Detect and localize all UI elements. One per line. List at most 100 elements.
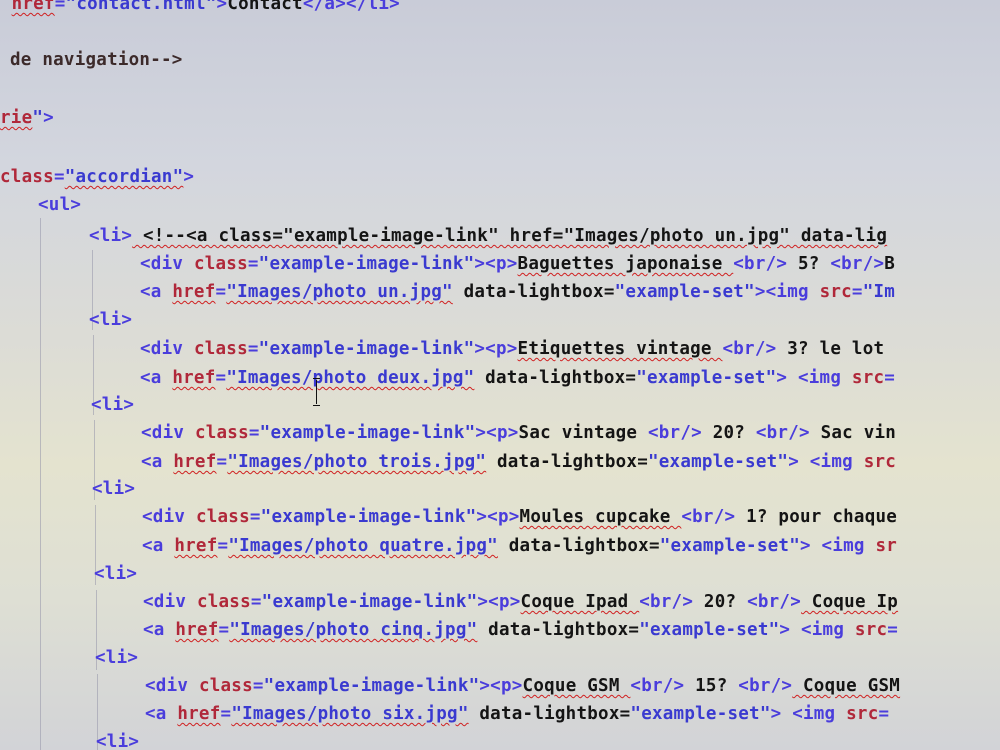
code-token: href xyxy=(174,536,218,556)
code-token: "example-image-link" xyxy=(260,507,477,527)
code-line[interactable]: rie"> xyxy=(0,106,54,130)
code-token: data-lightbox= xyxy=(486,452,648,472)
code-token: <a xyxy=(140,282,173,302)
code-token: Coque Ip xyxy=(801,592,899,612)
code-token: a xyxy=(0,0,12,14)
code-token: <br/> xyxy=(681,507,736,527)
code-token: Moules cupcake xyxy=(519,507,682,527)
code-token: src xyxy=(854,620,888,640)
code-token: 15? xyxy=(684,676,739,696)
code-line[interactable]: <li> xyxy=(91,393,134,417)
code-token: src xyxy=(863,452,897,472)
code-line[interactable]: <li> xyxy=(89,308,132,332)
code-token: class xyxy=(194,423,249,443)
code-token: <br/> xyxy=(830,254,885,274)
code-line[interactable]: <li> xyxy=(96,730,139,750)
code-token: href xyxy=(175,620,219,640)
code-line[interactable]: <li> xyxy=(92,477,135,501)
code-token: href xyxy=(173,452,217,472)
code-token: data-lightbox= xyxy=(452,282,615,302)
code-line[interactable]: <a href="Images/photo trois.jpg" data-li… xyxy=(141,450,896,474)
code-line[interactable]: <a href="Images/photo cinq.jpg" data-lig… xyxy=(143,618,898,642)
code-line[interactable]: <div class="example-image-link"><p>Coque… xyxy=(145,674,900,698)
code-token: href xyxy=(172,368,216,388)
code-token: <a xyxy=(143,620,176,640)
code-line[interactable]: <div class="example-image-link"><p>Moule… xyxy=(142,505,897,529)
code-token: src xyxy=(846,704,879,724)
code-token: ><p> xyxy=(476,507,520,527)
code-token: = xyxy=(220,704,232,724)
code-token: class xyxy=(193,254,248,274)
code-token: <!--<a class="example-image-link" href="… xyxy=(132,226,888,246)
code-token: "example-image-link" xyxy=(263,676,480,696)
code-token: = xyxy=(247,254,259,274)
code-line[interactable]: <a href="Images/photo six.jpg" data-ligh… xyxy=(145,702,889,726)
code-token: B xyxy=(884,254,896,274)
code-token: > <img xyxy=(779,620,855,640)
code-token: <div xyxy=(142,507,196,527)
code-token: <br/> xyxy=(738,676,793,696)
code-token: Sac vin xyxy=(809,423,897,443)
code-line[interactable]: <a href="Images/photo un.jpg" data-light… xyxy=(140,280,895,304)
code-token: "Images/photo deux.jpg" xyxy=(226,368,475,388)
code-token: > <img xyxy=(799,536,876,556)
code-line[interactable]: de navigation--> xyxy=(10,48,183,72)
code-token: <a xyxy=(140,368,173,388)
code-token: <a xyxy=(145,704,178,724)
code-token: Contact xyxy=(227,0,303,14)
code-token: Coque GSM xyxy=(522,676,631,696)
code-token: "example-image-link" xyxy=(258,254,475,274)
code-line[interactable]: <li> xyxy=(94,562,137,586)
code-line[interactable]: <li> xyxy=(95,646,138,670)
code-token: Sac vintage xyxy=(518,423,648,443)
code-line[interactable]: a href="contact.html">Contact</a></li> xyxy=(0,0,400,16)
code-token: src xyxy=(819,282,852,302)
code-line[interactable]: <div class="example-image-link"><p>Etiqu… xyxy=(140,337,884,361)
text-cursor-icon xyxy=(313,378,321,406)
code-line[interactable]: <a href="Images/photo quatre.jpg" data-l… xyxy=(142,534,897,558)
code-token: = xyxy=(247,339,259,359)
code-token: > xyxy=(43,108,54,128)
code-token: > <img xyxy=(776,368,852,388)
code-token: data-lightbox= xyxy=(468,704,631,724)
code-token: <ul> xyxy=(38,195,82,215)
code-editor[interactable]: a href="contact.html">Contact</a></li>de… xyxy=(0,0,1000,750)
code-token: = xyxy=(218,620,230,640)
code-line[interactable]: <li> <!--<a class="example-image-link" h… xyxy=(89,224,887,248)
code-token: ><p> xyxy=(479,676,523,696)
code-token: <li> xyxy=(96,732,140,750)
code-token: <br/> xyxy=(733,254,788,274)
code-token: rie xyxy=(0,108,33,128)
code-line[interactable]: <div class="example-image-link"><p>Sac v… xyxy=(141,421,896,445)
code-token: "Im xyxy=(862,282,896,302)
code-token: class xyxy=(198,676,253,696)
code-token: </a></li> xyxy=(302,0,400,14)
code-token: ><img xyxy=(754,282,820,302)
code-token: ><p> xyxy=(474,254,518,274)
code-token: sr xyxy=(875,536,898,556)
code-token: <div xyxy=(141,423,195,443)
code-line[interactable]: <a href="Images/photo deux.jpg" data-lig… xyxy=(140,366,895,390)
code-token: = xyxy=(252,676,264,696)
code-token: "example-set" xyxy=(659,536,800,556)
code-token: <div xyxy=(140,339,194,359)
code-token: <li> xyxy=(89,226,133,246)
code-token: ><p> xyxy=(477,592,521,612)
code-line[interactable]: <div class="example-image-link"><p>Bague… xyxy=(140,252,895,276)
code-token: <br/> xyxy=(639,592,694,612)
code-token: = xyxy=(249,507,261,527)
code-token: = xyxy=(851,282,863,302)
code-token: <a xyxy=(142,536,175,556)
code-token: = xyxy=(248,423,260,443)
code-line[interactable]: <div class="example-image-link"><p>Coque… xyxy=(143,590,898,614)
code-token: = xyxy=(215,282,227,302)
code-token: "contact.html" xyxy=(65,0,217,14)
code-line[interactable]: class="accordian"> xyxy=(0,165,194,189)
code-token: data-lightbox= xyxy=(474,368,637,388)
code-token: = xyxy=(53,167,65,187)
code-token: <br/> xyxy=(630,676,685,696)
code-token: > <img xyxy=(770,704,847,724)
code-token: <li> xyxy=(92,479,136,499)
code-line[interactable]: <ul> xyxy=(38,193,81,217)
code-token: "example-image-link" xyxy=(259,423,476,443)
